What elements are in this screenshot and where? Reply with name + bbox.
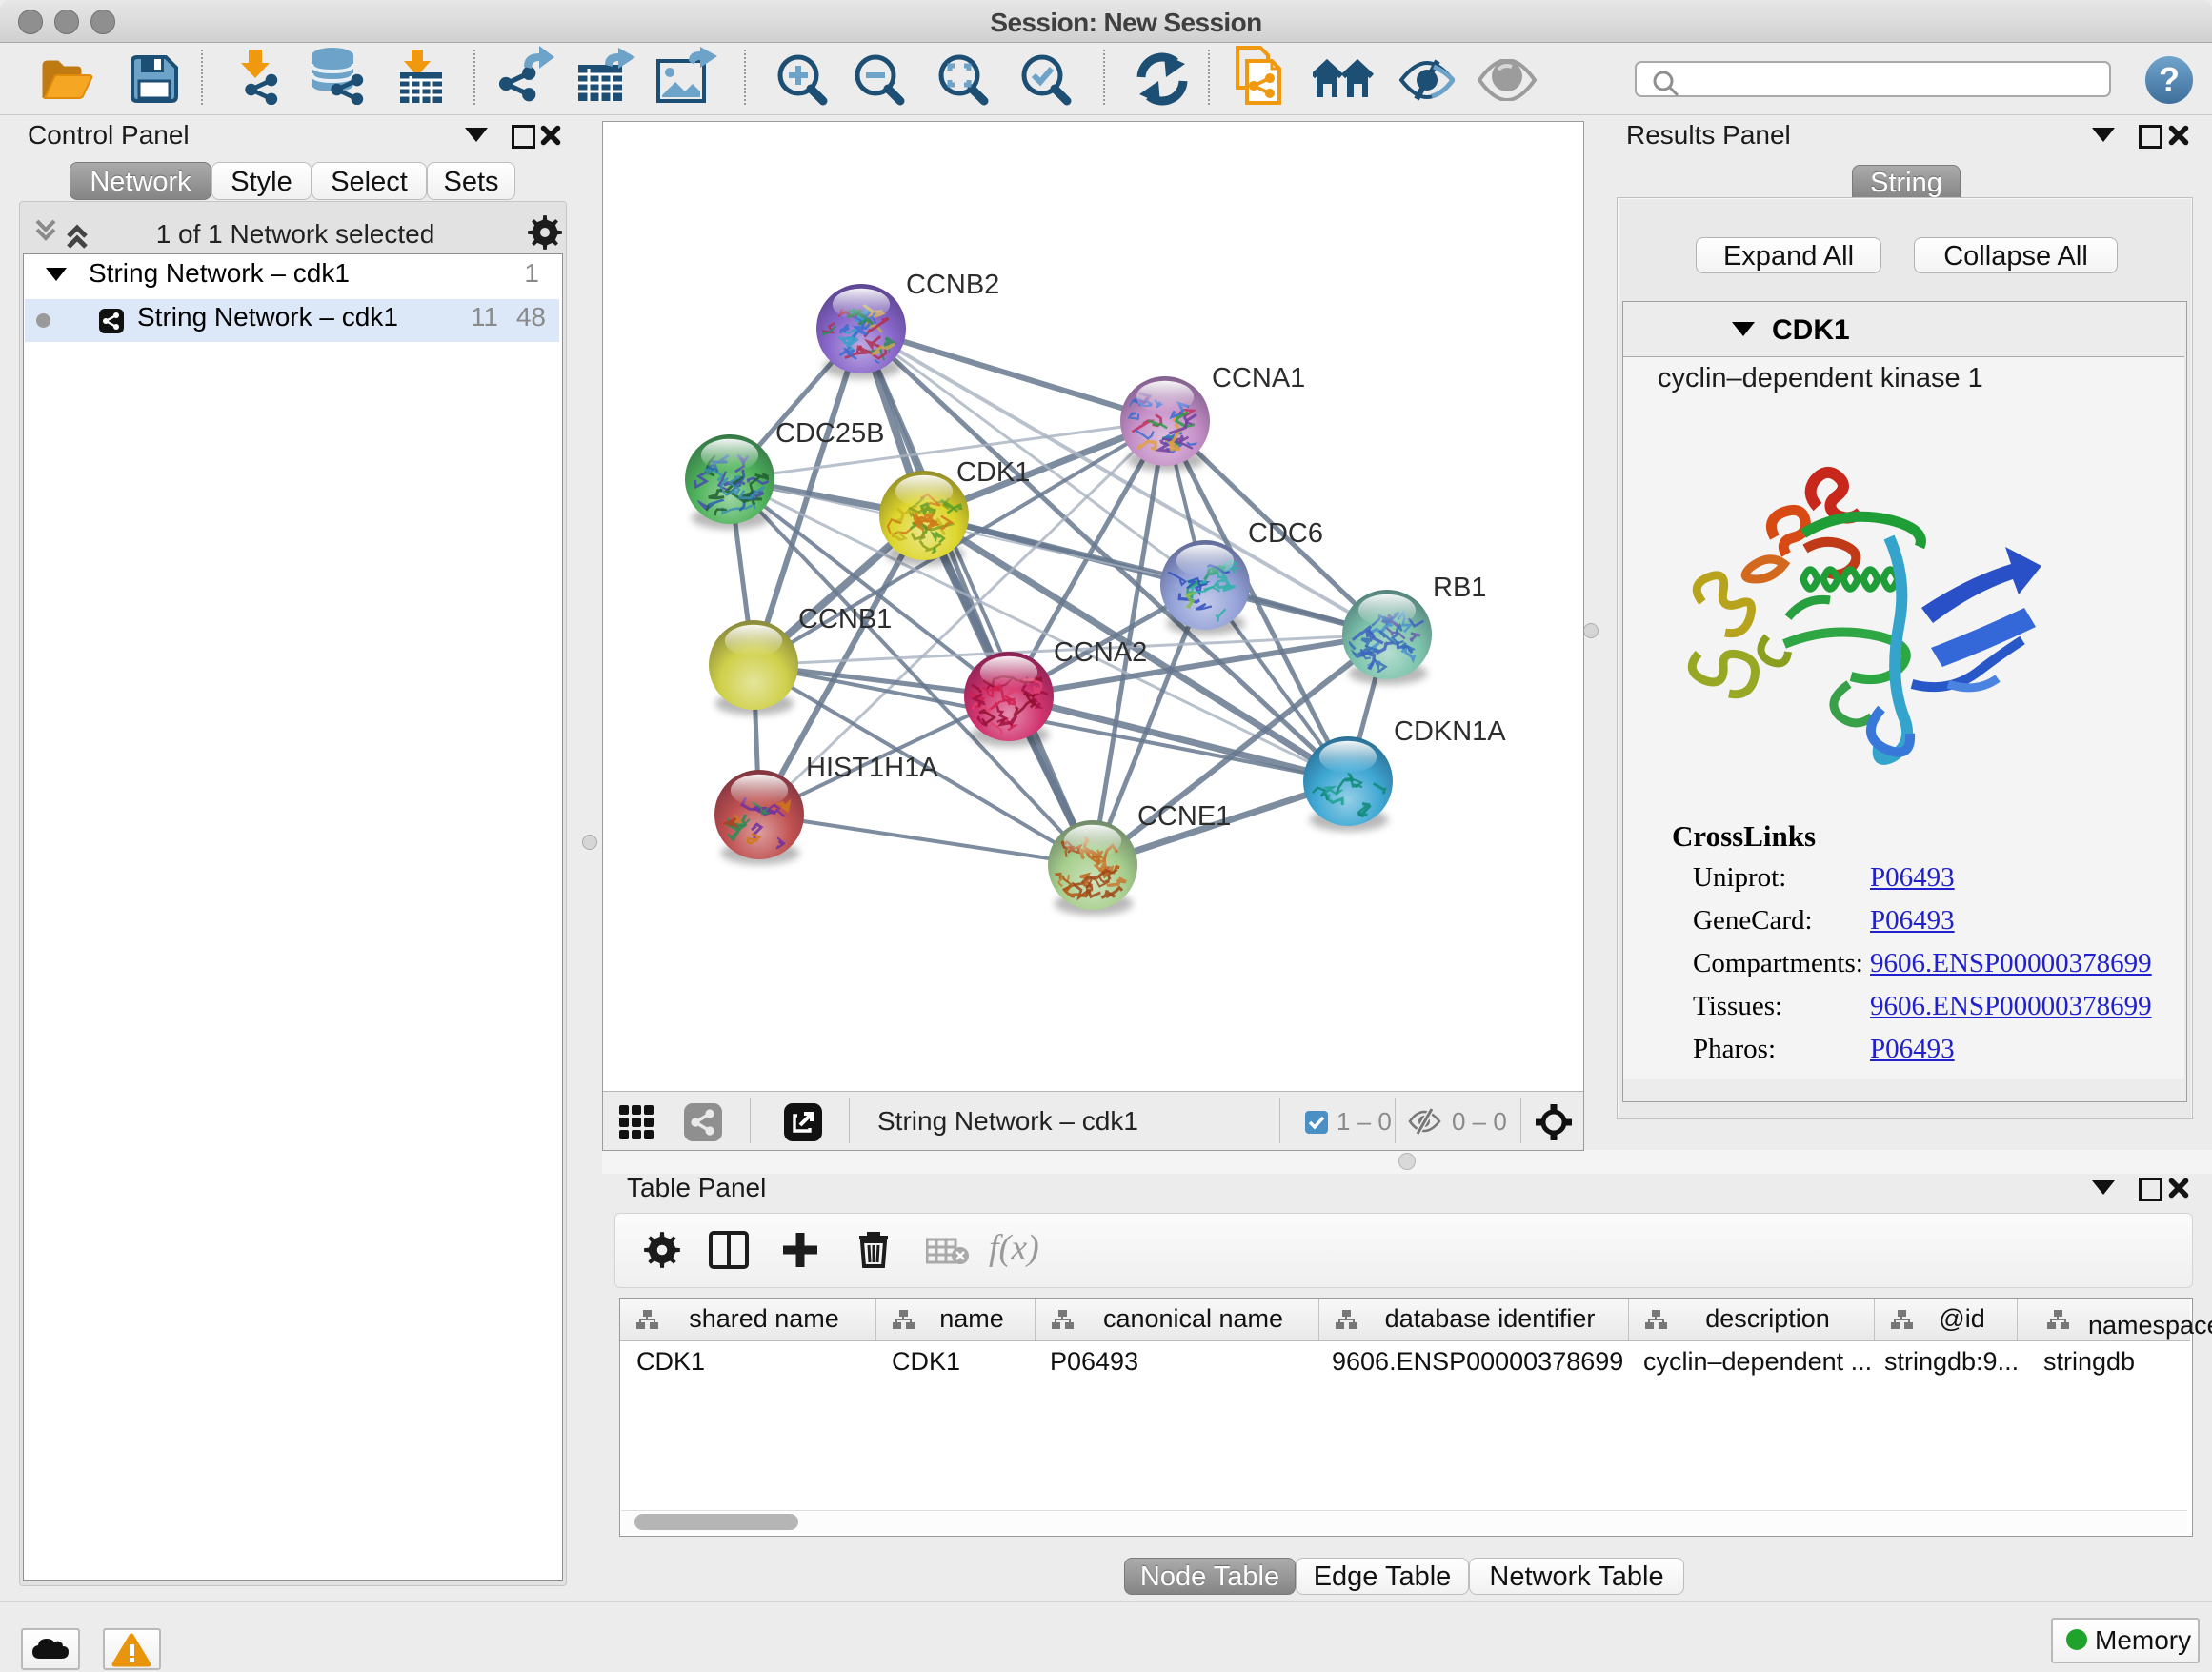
svg-text:RB1: RB1 bbox=[1433, 573, 1486, 603]
svg-text:HIST1H1A: HIST1H1A bbox=[806, 753, 938, 783]
svg-text:CCNA1: CCNA1 bbox=[1212, 363, 1305, 393]
svg-text:CCNB1: CCNB1 bbox=[798, 604, 892, 635]
svg-text:CCNB2: CCNB2 bbox=[906, 270, 999, 300]
svg-text:CCNE1: CCNE1 bbox=[1137, 801, 1231, 832]
svg-text:CDC6: CDC6 bbox=[1248, 518, 1323, 549]
svg-text:CDC25B: CDC25B bbox=[775, 418, 884, 449]
svg-text:CDK1: CDK1 bbox=[956, 457, 1030, 488]
svg-text:CDKN1A: CDKN1A bbox=[1394, 716, 1506, 747]
svg-text:CCNA2: CCNA2 bbox=[1054, 637, 1147, 668]
